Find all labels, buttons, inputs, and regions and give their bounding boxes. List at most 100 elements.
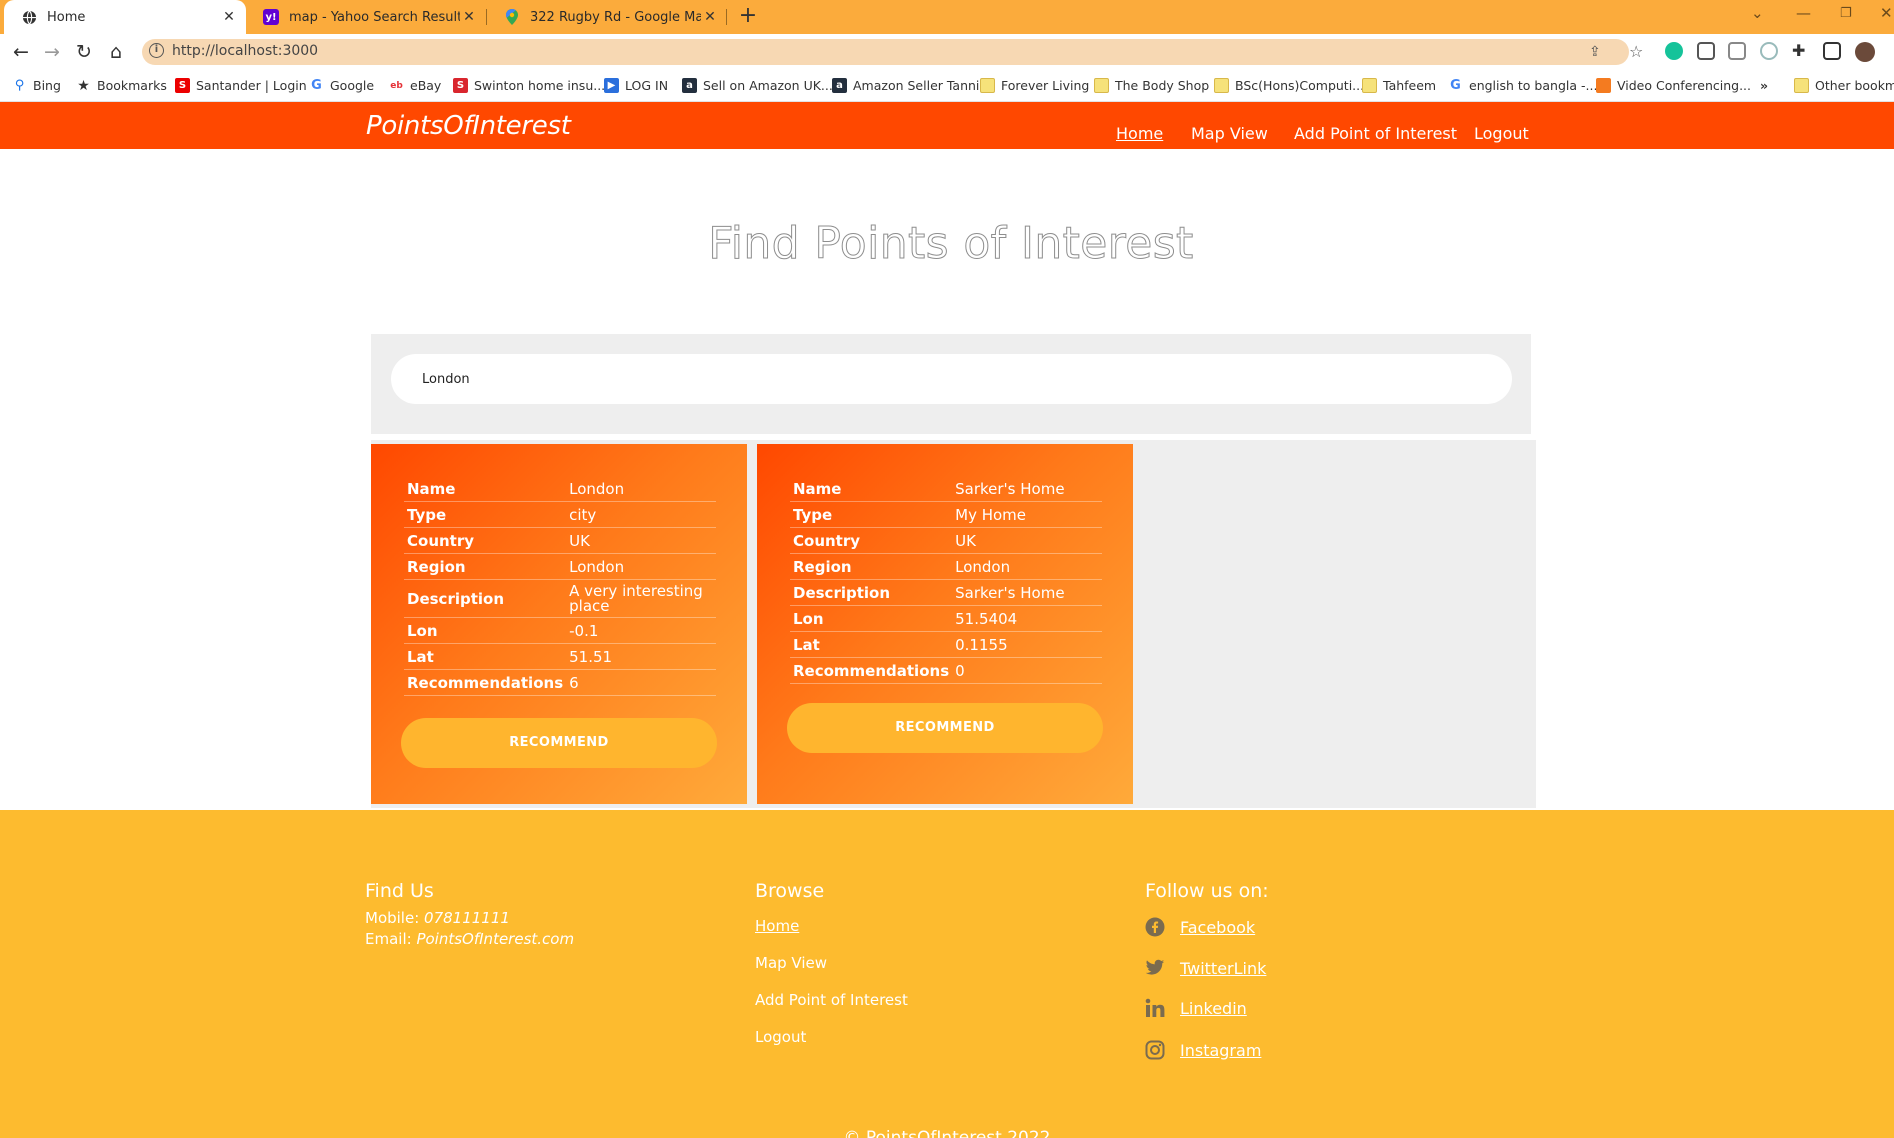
- field-value: London: [566, 553, 717, 580]
- footer-instagram-link[interactable]: Instagram: [1144, 1039, 1261, 1061]
- extensions-puzzle-icon[interactable]: ✚: [1792, 42, 1810, 60]
- field-label: Region: [790, 553, 953, 580]
- extension-reader-icon[interactable]: [1728, 42, 1746, 60]
- field-label: Name: [404, 476, 567, 502]
- extension-save-icon[interactable]: [1697, 42, 1715, 60]
- bookmark-bookmarks[interactable]: ★ Bookmarks: [76, 78, 167, 94]
- bookmark-forever-living[interactable]: Forever Living: [980, 78, 1089, 93]
- forward-icon[interactable]: →: [39, 39, 65, 65]
- share-icon[interactable]: ⇪: [1589, 44, 1601, 60]
- footer-facebook-link[interactable]: Facebook: [1144, 916, 1255, 938]
- table-row: Lon -0.1: [404, 617, 717, 644]
- bookmark-sell-on-amazon[interactable]: a Sell on Amazon UK...: [682, 78, 833, 93]
- footer-link-logout[interactable]: Logout: [755, 1028, 806, 1046]
- bookmark-video-conferencing[interactable]: Video Conferencing...: [1596, 78, 1751, 93]
- table-row: Country UK: [790, 527, 1103, 554]
- field-value: 51.51: [566, 643, 717, 670]
- bookmark-bing[interactable]: ⚲ Bing: [12, 78, 61, 93]
- nav-map-view-link[interactable]: Map View: [1191, 124, 1268, 143]
- email-address: PointsOfInterest.com: [416, 930, 575, 948]
- bookmark-body-shop[interactable]: The Body Shop: [1094, 78, 1209, 93]
- field-label: Lon: [404, 617, 567, 644]
- nav-add-poi-link[interactable]: Add Point of Interest: [1294, 124, 1457, 143]
- field-label: Description: [790, 579, 953, 606]
- grammarly-icon[interactable]: [1665, 42, 1683, 60]
- facebook-label: Facebook: [1180, 917, 1256, 937]
- footer-linkedin-link[interactable]: Linkedin: [1144, 997, 1247, 1019]
- bookmark-english-to-bangla[interactable]: Genglish to bangla -...: [1448, 78, 1597, 93]
- search-panel: [371, 334, 1531, 434]
- bookmark-tahfeem[interactable]: Tahfeem: [1362, 78, 1436, 93]
- new-tab-button[interactable]: +: [736, 4, 760, 30]
- browser-toolbar: ← → ↻ ⌂ i http://localhost:3000 ⇪ ☆ ✚: [0, 34, 1894, 70]
- video-icon: [1596, 78, 1611, 93]
- footer-link-map-view[interactable]: Map View: [755, 954, 827, 972]
- bookmark-log-in[interactable]: ▶ LOG IN: [604, 78, 668, 93]
- reload-icon[interactable]: ↻: [71, 39, 97, 65]
- google-icon: G: [311, 78, 322, 93]
- poi-details-table: Name Sarker's Home Type My Home Country UK …: [790, 476, 1103, 684]
- field-label: Country: [790, 527, 953, 554]
- profile-avatar[interactable]: [1855, 42, 1875, 62]
- twitter-label: TwitterLink: [1180, 958, 1267, 978]
- minimize-icon[interactable]: —: [1796, 4, 1811, 22]
- nav-logout-link[interactable]: Logout: [1474, 124, 1529, 143]
- bookmark-other[interactable]: Other bookma: [1794, 78, 1894, 93]
- table-row: Type city: [404, 501, 717, 528]
- back-icon[interactable]: ←: [8, 39, 34, 65]
- close-tab-icon[interactable]: ✕: [701, 9, 719, 25]
- field-label: Region: [404, 553, 567, 580]
- footer-browse-heading: Browse: [755, 880, 825, 902]
- table-row: Description Sarker's Home: [790, 579, 1103, 606]
- side-panel-icon[interactable]: [1823, 42, 1841, 60]
- bookmark-santander[interactable]: S Santander | Login: [175, 78, 307, 93]
- close-tab-icon[interactable]: ✕: [220, 9, 238, 25]
- bookmark-bsc[interactable]: BSc(Hons)Computi...: [1214, 78, 1364, 93]
- table-row: Description A very interesting place: [404, 579, 717, 618]
- search-input[interactable]: [391, 354, 1512, 404]
- field-value: UK: [566, 527, 717, 554]
- table-row: Lon 51.5404: [790, 605, 1103, 632]
- tab-search-icon[interactable]: ⌄: [1751, 4, 1764, 22]
- field-label: Lat: [790, 631, 953, 658]
- field-value: Sarker's Home: [952, 476, 1103, 502]
- folder-icon: [980, 78, 995, 93]
- bookmark-star-icon[interactable]: ☆: [1629, 42, 1643, 61]
- address-bar[interactable]: i http://localhost:3000 ⇪ ☆: [142, 39, 1643, 65]
- globe-icon: [21, 9, 37, 25]
- tab-home[interactable]: Home ✕: [4, 0, 246, 34]
- tab-title: map - Yahoo Search Results: [289, 9, 460, 25]
- email-label: Email:: [365, 930, 412, 948]
- footer-twitter-link[interactable]: TwitterLink: [1144, 957, 1266, 979]
- santander-icon: S: [175, 78, 190, 93]
- field-label: Recommendations: [404, 669, 567, 696]
- google-maps-icon: [504, 9, 520, 25]
- recommend-button[interactable]: RECOMMEND: [787, 703, 1103, 753]
- footer-link-add-poi[interactable]: Add Point of Interest: [755, 991, 908, 1009]
- restore-icon[interactable]: ❐: [1840, 6, 1852, 21]
- table-row: Type My Home: [790, 501, 1103, 528]
- nav-home-link[interactable]: Home: [1116, 124, 1163, 143]
- bookmark-google[interactable]: G Google: [309, 78, 374, 93]
- brand-logo[interactable]: PointsOfInterest: [366, 111, 571, 141]
- close-window-icon[interactable]: ✕: [1880, 4, 1893, 22]
- field-label: Lat: [404, 643, 567, 670]
- footer-link-home[interactable]: Home: [755, 917, 799, 935]
- home-icon[interactable]: ⌂: [103, 39, 129, 65]
- tab-google-maps[interactable]: 322 Rugby Rd - Google Maps ✕: [487, 0, 727, 34]
- field-value: 6: [566, 669, 717, 696]
- close-tab-icon[interactable]: ✕: [460, 9, 478, 25]
- ebay-icon: eb: [390, 80, 403, 91]
- footer-find-us-heading: Find Us: [365, 880, 434, 902]
- bookmark-swinton[interactable]: S Swinton home insu...: [453, 78, 605, 93]
- table-row: Region London: [790, 553, 1103, 580]
- bookmark-amazon-seller[interactable]: a Amazon Seller Tanni: [832, 78, 979, 93]
- tab-yahoo-search[interactable]: y! map - Yahoo Search Results ✕: [246, 0, 486, 34]
- field-value: 51.5404: [952, 605, 1103, 632]
- bookmark-ebay[interactable]: eb eBay: [389, 78, 441, 93]
- linkedin-icon: [1144, 997, 1166, 1019]
- recommend-button[interactable]: RECOMMEND: [401, 718, 717, 768]
- extension-shield-icon[interactable]: [1760, 42, 1778, 60]
- site-info-icon[interactable]: i: [149, 43, 164, 58]
- bookmarks-overflow-button[interactable]: »: [1760, 78, 1768, 93]
